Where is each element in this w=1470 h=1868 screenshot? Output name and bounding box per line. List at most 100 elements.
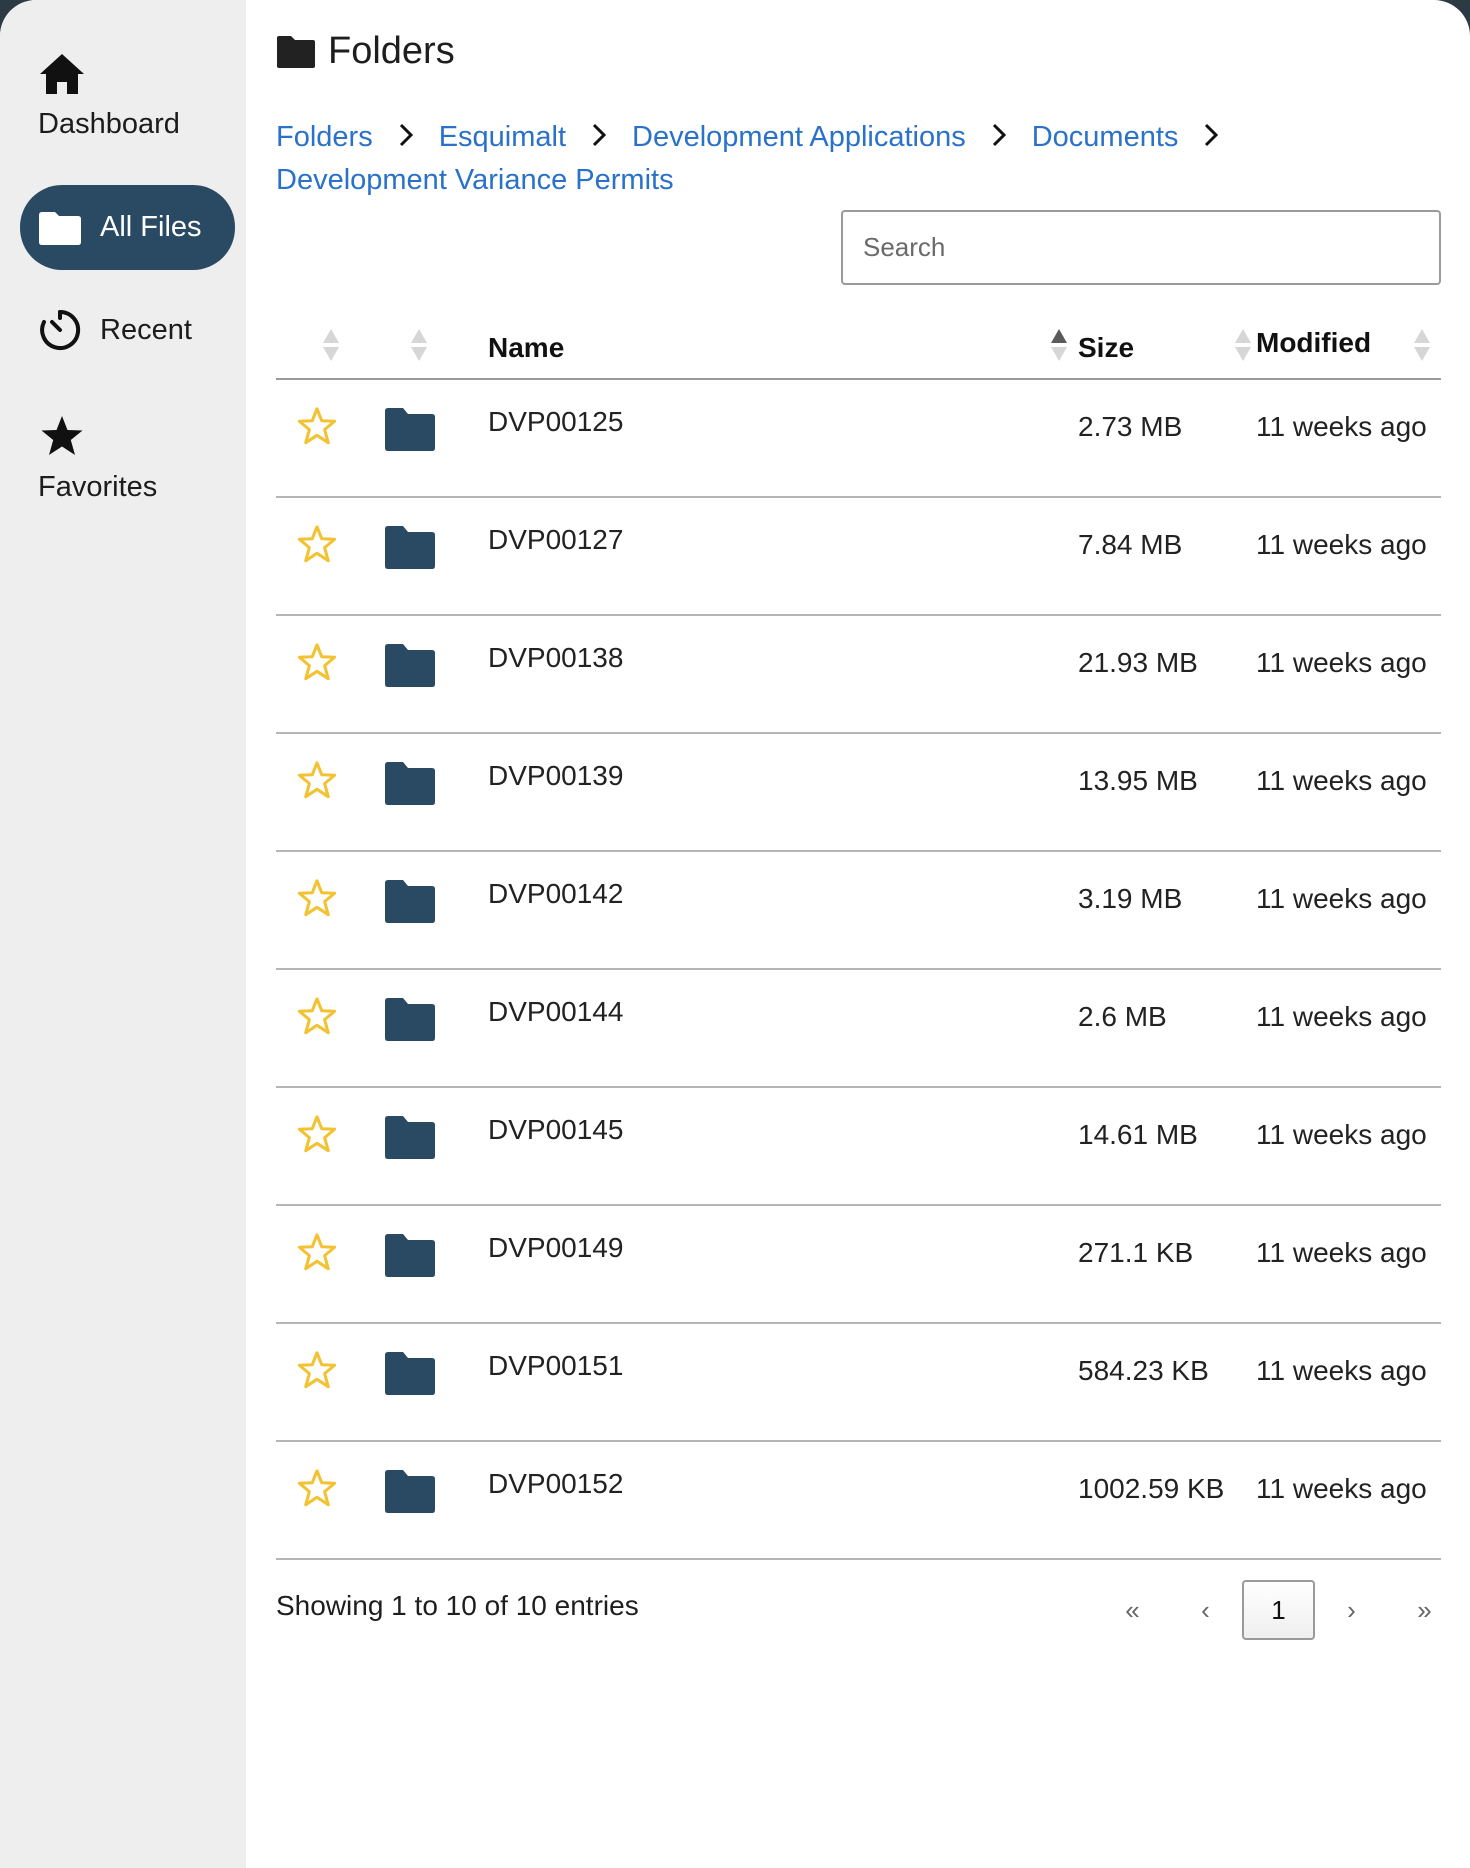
home-icon (38, 52, 238, 104)
breadcrumb-link-folders[interactable]: Folders (276, 121, 373, 153)
star-outline-icon[interactable] (296, 406, 338, 453)
star-outline-icon[interactable] (296, 760, 338, 807)
table-row[interactable]: DVP00145 14.61 MB 11 weeks ago (276, 1087, 1441, 1206)
star-outline-icon[interactable] (296, 878, 338, 925)
breadcrumb-link-development-variance-permits[interactable]: Development Variance Permits (276, 164, 674, 196)
type-cell (376, 497, 488, 616)
page-title: Folders (276, 30, 455, 73)
chevron-right-icon (992, 117, 1006, 159)
page-1-button[interactable]: 1 (1242, 1580, 1315, 1640)
column-header-modified[interactable]: Modified (1256, 315, 1441, 380)
favorite-cell (276, 379, 376, 498)
sidebar-item-label: Recent (100, 313, 192, 346)
column-header-size[interactable]: Size (1078, 315, 1256, 380)
folder-icon (384, 1234, 436, 1284)
table-row[interactable]: DVP00139 13.95 MB 11 weeks ago (276, 733, 1441, 852)
column-header-name[interactable]: Name (488, 315, 1078, 380)
modified-cell: 11 weeks ago (1256, 1205, 1441, 1324)
star-outline-icon[interactable] (296, 1232, 338, 1279)
size-cell: 271.1 KB (1078, 1205, 1256, 1324)
name-cell[interactable]: DVP00138 (488, 615, 1078, 734)
column-header-favorite[interactable] (276, 315, 376, 380)
favorite-cell (276, 497, 376, 616)
modified-cell: 11 weeks ago (1256, 1087, 1441, 1206)
size-cell: 21.93 MB (1078, 615, 1256, 734)
table-header-row: Name Size Modified (276, 315, 1441, 380)
star-icon (40, 415, 238, 465)
name-cell[interactable]: DVP00139 (488, 733, 1078, 852)
sort-icon (322, 328, 340, 362)
modified-cell: 11 weeks ago (1256, 1441, 1441, 1560)
name-cell[interactable]: DVP00152 (488, 1441, 1078, 1560)
folder-icon (38, 210, 82, 246)
search-input[interactable] (841, 210, 1441, 285)
name-cell[interactable]: DVP00142 (488, 851, 1078, 970)
type-cell (376, 1441, 488, 1560)
name-cell[interactable]: DVP00149 (488, 1205, 1078, 1324)
table-row[interactable]: DVP00138 21.93 MB 11 weeks ago (276, 615, 1441, 734)
sort-icon (1234, 328, 1252, 362)
clock-icon (38, 308, 82, 352)
folder-icon (384, 880, 436, 930)
page-title-text: Folders (328, 30, 455, 72)
sidebar-item-favorites[interactable]: Favorites (38, 415, 238, 504)
type-cell (376, 379, 488, 498)
last-page-button[interactable]: » (1388, 1580, 1461, 1640)
size-cell: 2.73 MB (1078, 379, 1256, 498)
star-outline-icon[interactable] (296, 1468, 338, 1515)
size-cell: 14.61 MB (1078, 1087, 1256, 1206)
sidebar-item-recent[interactable]: Recent (38, 308, 192, 352)
name-cell[interactable]: DVP00127 (488, 497, 1078, 616)
size-cell: 3.19 MB (1078, 851, 1256, 970)
sidebar-item-label: Favorites (38, 471, 158, 503)
table-row[interactable]: DVP00127 7.84 MB 11 weeks ago (276, 497, 1441, 616)
first-page-button[interactable]: « (1096, 1580, 1169, 1640)
table-row[interactable]: DVP00142 3.19 MB 11 weeks ago (276, 851, 1441, 970)
favorite-cell (276, 1323, 376, 1442)
folder-icon (384, 1352, 436, 1402)
favorite-cell (276, 615, 376, 734)
type-cell (376, 851, 488, 970)
previous-page-button[interactable]: ‹ (1169, 1580, 1242, 1640)
sidebar-item-label: Dashboard (38, 108, 180, 140)
breadcrumb-link-esquimalt[interactable]: Esquimalt (439, 121, 566, 153)
table-row[interactable]: DVP00151 584.23 KB 11 weeks ago (276, 1323, 1441, 1442)
table-row[interactable]: DVP00149 271.1 KB 11 weeks ago (276, 1205, 1441, 1324)
size-cell: 7.84 MB (1078, 497, 1256, 616)
name-cell[interactable]: DVP00151 (488, 1323, 1078, 1442)
size-cell: 13.95 MB (1078, 733, 1256, 852)
name-cell[interactable]: DVP00125 (488, 379, 1078, 498)
folder-icon (384, 1116, 436, 1166)
favorite-cell (276, 1087, 376, 1206)
table-row[interactable]: DVP00152 1002.59 KB 11 weeks ago (276, 1441, 1441, 1560)
next-page-button[interactable]: › (1315, 1580, 1388, 1640)
size-cell: 584.23 KB (1078, 1323, 1256, 1442)
sort-ascending-icon (1050, 328, 1068, 362)
favorite-cell (276, 733, 376, 852)
table-row[interactable]: DVP00144 2.6 MB 11 weeks ago (276, 969, 1441, 1088)
modified-cell: 11 weeks ago (1256, 969, 1441, 1088)
breadcrumb-link-development-applications[interactable]: Development Applications (632, 121, 966, 153)
sidebar-item-all-files[interactable]: All Files (20, 185, 235, 270)
star-outline-icon[interactable] (296, 642, 338, 689)
name-cell[interactable]: DVP00144 (488, 969, 1078, 1088)
star-outline-icon[interactable] (296, 524, 338, 571)
favorite-cell (276, 969, 376, 1088)
column-header-type[interactable] (376, 315, 488, 380)
star-outline-icon[interactable] (296, 996, 338, 1043)
modified-cell: 11 weeks ago (1256, 1323, 1441, 1442)
folder-icon (384, 408, 436, 458)
folder-icon (384, 998, 436, 1048)
sidebar-item-dashboard[interactable]: Dashboard (38, 52, 238, 141)
star-outline-icon[interactable] (296, 1350, 338, 1397)
type-cell (376, 1205, 488, 1324)
name-cell[interactable]: DVP00145 (488, 1087, 1078, 1206)
table-row[interactable]: DVP00125 2.73 MB 11 weeks ago (276, 379, 1441, 498)
size-cell: 1002.59 KB (1078, 1441, 1256, 1560)
favorite-cell (276, 851, 376, 970)
size-cell: 2.6 MB (1078, 969, 1256, 1088)
table-info: Showing 1 to 10 of 10 entries (276, 1590, 639, 1621)
star-outline-icon[interactable] (296, 1114, 338, 1161)
breadcrumb-link-documents[interactable]: Documents (1032, 121, 1179, 153)
chevron-right-icon (1204, 117, 1219, 159)
